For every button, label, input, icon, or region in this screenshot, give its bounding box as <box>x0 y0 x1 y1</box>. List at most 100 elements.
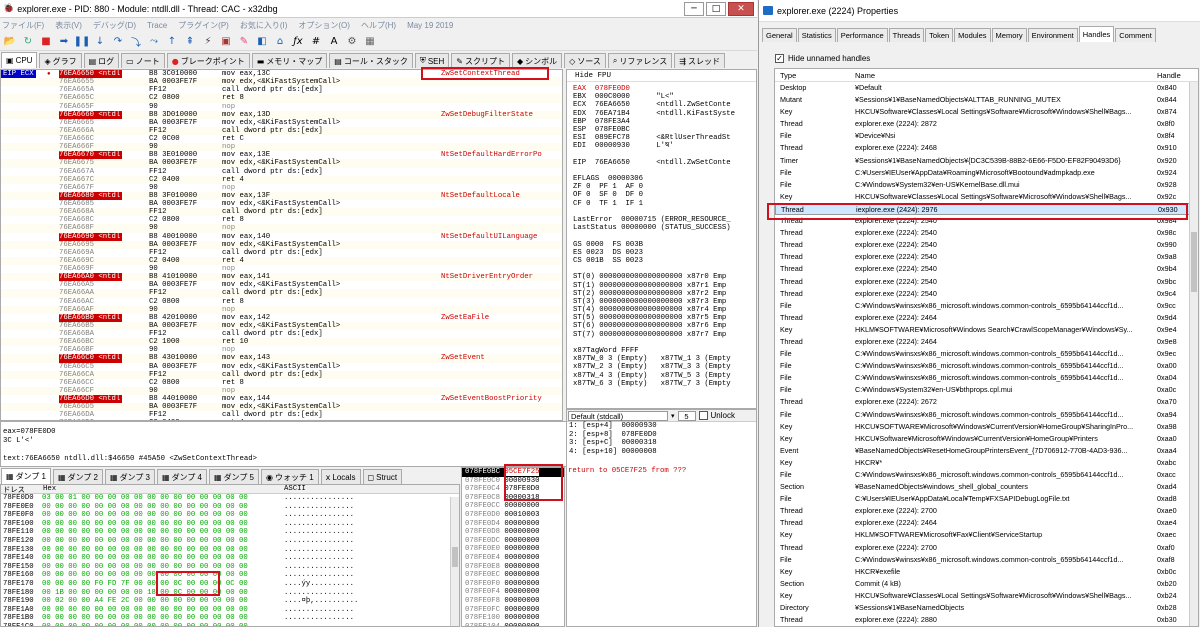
disasm-row[interactable]: 76EA666A FF12 call dword ptr ds:[edx] <box>1 126 562 135</box>
tab-memory[interactable]: ▬ メモリ・マップ <box>251 53 328 68</box>
handle-row[interactable]: File C:¥Windows¥System32¥en-US¥KernelBase… <box>775 179 1198 191</box>
tab-handles[interactable]: Handles <box>1078 26 1115 42</box>
handle-row[interactable]: File C:¥Windows¥System32¥en-US¥bthprops.c… <box>775 384 1198 396</box>
disasm-row[interactable]: 76EA6680 <ntdl B8 3F010000 mov eax,13F NtSe… <box>1 191 562 201</box>
pause-icon[interactable]: ❚❚ <box>74 34 91 48</box>
open-icon[interactable]: 📂 <box>3 34 17 48</box>
registers-panel[interactable]: Hide FPU EAX 078FE0D0 EBX 000C0000 "L<" EC… <box>566 69 757 409</box>
hash-icon[interactable]: # <box>309 34 323 48</box>
handle-row[interactable]: Key HKCU¥SOFTWARE¥Microsoft¥Windows¥Curre… <box>775 421 1198 433</box>
handle-row[interactable]: Thread explorer.exe (2224): 2540 0x9a8 <box>775 251 1198 263</box>
dump-row[interactable]: 78FE1C0 00 00 00 00 00 00 00 00 00 00 00 … <box>1 623 459 626</box>
stack-row[interactable]: 078FE0BC 05CE7F25 <box>462 468 564 477</box>
handle-row[interactable]: Key HKLM¥SOFTWARE¥Microsoft¥Windows Searc… <box>775 324 1198 336</box>
dump-row[interactable]: 78FE150 00 00 00 00 00 00 00 00 00 00 00 … <box>1 563 459 572</box>
handle-row[interactable]: Thread explorer.exe (2224): 2540 0x9b4 <box>775 263 1198 275</box>
register-line[interactable]: ECX 76EA6650 <ntdll.ZwSetConte <box>567 101 756 109</box>
tab-cpu[interactable]: ▣ CPU <box>1 52 38 68</box>
dump-row[interactable]: 78FE100 00 00 00 00 00 00 00 00 00 00 00 … <box>1 520 459 529</box>
tab-log[interactable]: ▤ ログ <box>83 53 120 68</box>
handle-row[interactable]: Key HKCU¥Software¥Classes¥Local Settings¥… <box>775 590 1198 602</box>
register-line[interactable]: x87TW_0 3 (Empty) x87TW_1 3 (Empty <box>567 355 756 363</box>
disasm-row[interactable]: 76EA665A FF12 call dword ptr ds:[edx] <box>1 86 562 94</box>
menu-item[interactable]: デバッグ(D) <box>93 20 136 31</box>
disasm-row[interactable]: 76EA6665 BA 0003FE7F mov edx,<&KiFastSyste… <box>1 119 562 127</box>
hex-dump-view[interactable]: ドレス Hex ASCII 78FE0D0 03 00 01 00 00 00 0… <box>0 484 460 627</box>
handle-row[interactable]: Section ¥BaseNamedObjects¥windows_shell_g… <box>775 481 1198 493</box>
disasm-row[interactable]: 76EA66BC C2 1000 ret 10 <box>1 338 562 347</box>
dump-row[interactable]: 78FE160 00 00 00 00 00 00 00 00 00 00 00 … <box>1 571 459 580</box>
stack-view[interactable]: 078FE0BC 05CE7F25 078FE0C0 00000930 078FE0… <box>461 467 565 627</box>
disassembly-view[interactable]: EIP ECX ● 76EA6650 <ntdl B8 3C010000 mov eax… <box>0 69 563 421</box>
disasm-row[interactable]: 76EA667F 90 nop <box>1 184 562 192</box>
tab-reference[interactable]: ⌕ リファレンス <box>607 53 673 68</box>
hide-unnamed-checkbox[interactable]: ✓ <box>775 53 784 63</box>
stack-row[interactable]: 078FE0CC 00000000 <box>462 502 564 511</box>
tab-modules[interactable]: Modules <box>954 28 991 42</box>
handle-row[interactable]: Thread explorer.exe (2224): 2672 0xa70 <box>775 396 1198 408</box>
step-into-icon[interactable]: ↓ <box>93 34 107 48</box>
handle-row[interactable]: Thread explorer.exe (2224): 2464 0x9d4 <box>775 312 1198 324</box>
register-line[interactable]: LastStatus 00000000 (STATUS_SUCCESS) <box>567 224 756 232</box>
disasm-row[interactable]: 76EA668F 90 nop <box>1 224 562 233</box>
disasm-row[interactable]: 76EA66B0 <ntdl B8 42010000 mov eax,142 ZwSe… <box>1 313 562 322</box>
handle-row[interactable]: Thread explorer.exe (2224): 2700 0xaf0 <box>775 542 1198 554</box>
execute-till-return-icon[interactable]: ↑ <box>165 34 179 48</box>
tab-token[interactable]: Token <box>925 28 954 42</box>
register-line[interactable]: EFLAGS 00000306 <box>567 175 756 183</box>
disasm-row[interactable]: 76EA668C C2 0800 ret 8 <box>1 216 562 224</box>
stack-row[interactable]: 078FE0FC 00000000 <box>462 606 564 615</box>
handle-row[interactable]: Section Commit (4 kB) 0xb20 <box>775 578 1198 590</box>
register-line[interactable]: ST(2) 0000000000000000000 x87r2 Emp <box>567 290 756 298</box>
stack-row[interactable]: 078FE100 00000000 <box>462 614 564 623</box>
scylla-icon[interactable]: ▣ <box>219 34 233 48</box>
dump-tab[interactable]: ▦ ダンプ 5 <box>209 469 259 484</box>
stack-row[interactable]: 078FE0E4 00000000 <box>462 554 564 563</box>
disasm-row[interactable]: 76EA66A5 BA 0003FE7F mov edx,<&KiFastSyste… <box>1 281 562 289</box>
column-name[interactable]: Name <box>855 69 875 82</box>
chevron-down-icon[interactable]: ▾ <box>671 412 675 420</box>
register-line[interactable]: x87TagWord FFFF <box>567 347 756 355</box>
dump-tab[interactable]: ▦ ダンプ 3 <box>105 469 155 484</box>
register-line[interactable]: EDI 00000930 L'ष' <box>567 142 756 150</box>
dump-tab[interactable]: x Locals <box>320 469 361 484</box>
register-line[interactable]: EAX 078FE0D0 <box>567 85 756 93</box>
disasm-row[interactable]: 76EA66AA FF12 call dword ptr ds:[edx] <box>1 289 562 298</box>
stack-row[interactable]: 078FE0E8 00000000 <box>462 563 564 572</box>
unlock-checkbox[interactable] <box>698 411 708 420</box>
menu-item[interactable]: ファイル(F) <box>2 20 44 31</box>
menu-item[interactable]: オプション(O) <box>298 20 350 31</box>
disasm-row[interactable]: 76EA66BF 90 nop <box>1 346 562 354</box>
register-line[interactable]: OF 0 SF 0 DF 0 <box>567 191 756 199</box>
stack-row[interactable]: 078FE0C8 00000318 <box>462 494 564 503</box>
trace-into-icon[interactable]: ⤵ <box>129 34 143 49</box>
handle-row[interactable]: Mutant ¥Sessions¥1¥BaseNamedObjects¥ALTTA… <box>775 94 1198 106</box>
handle-row[interactable]: Timer ¥Sessions¥1¥BaseNamedObjects¥{DC3C5… <box>775 155 1198 167</box>
disasm-row[interactable]: 76EA66B5 BA 0003FE7F mov edx,<&KiFastSyste… <box>1 321 562 330</box>
handle-row[interactable]: Event ¥BaseNamedObjects¥ResetHomeGroupPri… <box>775 445 1198 457</box>
stop-icon[interactable]: ■ <box>39 34 53 48</box>
handle-row[interactable]: File C:¥Windows¥winsxs¥x86_microsoft.wind… <box>775 348 1198 360</box>
tab-source[interactable]: ◇ ソース <box>564 53 606 68</box>
disasm-row[interactable]: 76EA66C0 <ntdl B8 43010000 mov eax,143 ZwSe… <box>1 354 562 363</box>
register-line[interactable]: ST(0) 0000000000000000000 x87r0 Emp <box>567 273 756 281</box>
disasm-row[interactable]: 76EA669F 90 nop <box>1 265 562 273</box>
patch-icon[interactable]: ⚡ <box>201 34 215 48</box>
dump-row[interactable]: 78FE0D0 03 00 01 00 00 00 00 00 00 00 00 … <box>1 494 459 503</box>
handle-row[interactable]: File ¥Device¥Nsi 0x8f4 <box>775 130 1198 142</box>
disasm-row[interactable]: 76EA66AF 90 nop <box>1 305 562 314</box>
disasm-row[interactable]: 76EA6690 <ntdl B8 40010000 mov eax,140 NtSe… <box>1 232 562 241</box>
run-icon[interactable]: ➡ <box>57 34 71 48</box>
handle-row[interactable]: Key HKLM¥SOFTWARE¥Microsoft¥Fax¥Client¥Se… <box>775 529 1198 541</box>
tab-thread[interactable]: ⇶ スレッド <box>674 53 725 68</box>
register-line[interactable]: ESI 089EFC78 <&RtlUserThreadSt <box>567 134 756 142</box>
handle-row[interactable]: Thread explorer.exe (2224): 2464 0xae4 <box>775 517 1198 529</box>
stack-row[interactable]: 078FE0C4 078FE0D0 <box>462 485 564 494</box>
tab-breakpoint[interactable]: ● ブレークポイント <box>166 53 250 68</box>
handle-row[interactable]: Key HKCU¥Software¥Microsoft¥Windows¥Curre… <box>775 433 1198 445</box>
stack-row[interactable]: 078FE0DC 00000000 <box>462 537 564 546</box>
function-icon[interactable]: ƒx <box>291 34 305 48</box>
close-button[interactable]: ✕ <box>728 1 754 16</box>
handle-row[interactable]: Key HKCU¥Software¥Classes¥Local Settings¥… <box>775 106 1198 118</box>
disasm-row[interactable]: 76EA66CF 90 nop <box>1 386 562 395</box>
